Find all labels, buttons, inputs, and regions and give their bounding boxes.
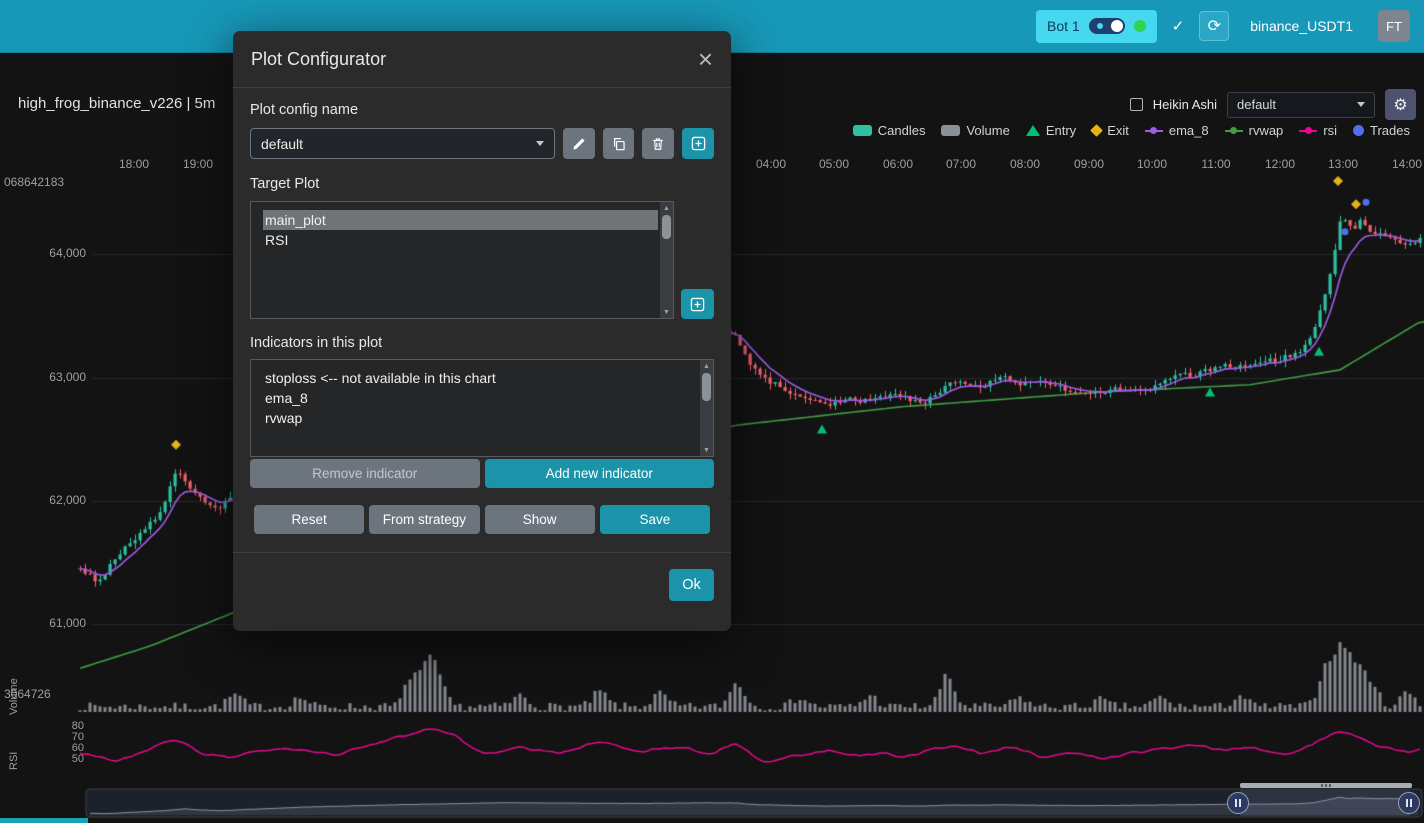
datazoom-right-handle[interactable] <box>1398 792 1420 814</box>
bottom-accent-strip <box>0 818 88 823</box>
legend-item-trades[interactable]: Trades <box>1353 123 1410 138</box>
bot-online-status-dot <box>1134 20 1146 32</box>
refresh-icon: ⟳ <box>1208 16 1221 36</box>
legend-item-rsi[interactable]: rsi <box>1299 123 1337 138</box>
legend-item-exit[interactable]: Exit <box>1092 123 1129 138</box>
remove-indicator-button[interactable]: Remove indicator <box>250 459 480 488</box>
plot-configurator-modal: Plot Configurator × Plot config name def… <box>233 31 731 631</box>
gear-icon: ⚙ <box>1393 95 1407 115</box>
legend-item-entry[interactable]: Entry <box>1026 123 1076 138</box>
instance-name: binance_USDT1 <box>1250 18 1353 34</box>
legend-label: Entry <box>1046 123 1076 138</box>
bot-name-label: Bot 1 <box>1047 18 1080 34</box>
add-new-indicator-button[interactable]: Add new indicator <box>485 459 715 488</box>
trades-legend-marker-icon <box>1353 125 1364 136</box>
indicator-item[interactable]: rvwap <box>263 408 698 428</box>
chart-controls: Heikin Ashi default ⚙ <box>1130 89 1416 120</box>
scroll-up-icon[interactable]: ▲ <box>700 360 713 372</box>
duplicate-config-button[interactable] <box>603 128 635 159</box>
config-name-select[interactable]: default <box>250 128 555 159</box>
legend-label: rsi <box>1323 123 1337 138</box>
indicator-item[interactable]: ema_8 <box>263 388 698 408</box>
plus-square-icon <box>691 136 706 151</box>
indicator-item[interactable]: stoploss <-- not available in this chart <box>263 368 698 388</box>
legend-item-candles[interactable]: Candles <box>853 123 926 138</box>
heikin-ashi-checkbox[interactable] <box>1130 98 1143 111</box>
scroll-up-icon[interactable]: ▲ <box>660 202 673 214</box>
check-icon: ✓ <box>1172 17 1185 35</box>
legend-label: Candles <box>878 123 926 138</box>
target-plot-list[interactable]: main_plotRSI ▲ ▼ <box>250 201 674 319</box>
add-config-button[interactable] <box>682 128 714 159</box>
close-icon[interactable]: × <box>698 46 713 72</box>
legend-label: ema_8 <box>1169 123 1209 138</box>
config-name-select-value: default <box>261 136 303 152</box>
chart-pair-title: high_frog_binance_v226 | 5m <box>18 95 215 112</box>
plus-square-icon <box>690 297 705 312</box>
datazoom-scrollbar[interactable] <box>1240 783 1412 788</box>
rsi-legend-marker-icon <box>1299 130 1317 132</box>
chevron-down-icon <box>1357 102 1365 107</box>
indicators-scrollbar[interactable]: ▲ ▼ <box>700 360 713 456</box>
ema_8-legend-marker-icon <box>1145 130 1163 132</box>
chevron-down-icon <box>536 141 544 146</box>
bot-selector[interactable]: Bot 1 <box>1036 10 1157 43</box>
legend-label: Exit <box>1107 123 1129 138</box>
datazoom-left-handle[interactable] <box>1227 792 1249 814</box>
trash-icon <box>651 137 665 151</box>
entry-legend-marker-icon <box>1026 125 1040 136</box>
candles-legend-marker-icon <box>853 125 872 136</box>
scrollbar-thumb[interactable] <box>702 373 711 401</box>
reset-button[interactable]: Reset <box>254 505 364 534</box>
modal-title: Plot Configurator <box>251 49 386 70</box>
copy-icon <box>612 137 626 151</box>
target-plot-item[interactable]: RSI <box>263 230 658 250</box>
refresh-button[interactable]: ⟳ <box>1199 11 1229 41</box>
ok-button[interactable]: Ok <box>669 569 714 601</box>
legend-item-volume[interactable]: Volume <box>941 123 1009 138</box>
target-plot-item[interactable]: main_plot <box>263 210 658 230</box>
scrollbar-thumb[interactable] <box>662 215 671 239</box>
legend-label: Volume <box>966 123 1009 138</box>
target-plot-scrollbar[interactable]: ▲ ▼ <box>660 202 673 318</box>
save-button[interactable]: Save <box>600 505 710 534</box>
plot-config-select-value: default <box>1237 97 1276 112</box>
legend-item-rvwap[interactable]: rvwap <box>1225 123 1284 138</box>
plot-config-name-label: Plot config name <box>250 102 714 118</box>
rvwap-legend-marker-icon <box>1225 130 1243 132</box>
plot-config-select[interactable]: default <box>1227 92 1375 118</box>
legend-item-ema_8[interactable]: ema_8 <box>1145 123 1209 138</box>
modal-header: Plot Configurator × <box>233 31 731 88</box>
bot-enable-toggle[interactable] <box>1089 18 1125 34</box>
add-target-plot-button[interactable] <box>681 289 714 319</box>
target-plot-label: Target Plot <box>250 176 714 192</box>
user-avatar[interactable]: FT <box>1378 10 1410 42</box>
plot-settings-button[interactable]: ⚙ <box>1385 89 1416 120</box>
volume-legend-marker-icon <box>941 125 960 136</box>
show-button[interactable]: Show <box>485 505 595 534</box>
exit-legend-marker-icon <box>1090 124 1103 137</box>
chart-legend: Candles Volume Entry Exit ema_8 rvwap rsi Trade… <box>853 123 1410 138</box>
from-strategy-button[interactable]: From strategy <box>369 505 479 534</box>
scroll-down-icon[interactable]: ▼ <box>660 306 673 318</box>
legend-label: Trades <box>1370 123 1410 138</box>
pencil-icon <box>572 137 586 151</box>
delete-config-button[interactable] <box>642 128 674 159</box>
heikin-ashi-label: Heikin Ashi <box>1153 97 1217 112</box>
indicators-list[interactable]: stoploss <-- not available in this chart… <box>250 359 714 457</box>
indicators-label: Indicators in this plot <box>250 335 714 351</box>
legend-label: rvwap <box>1249 123 1284 138</box>
scroll-down-icon[interactable]: ▼ <box>700 444 713 456</box>
edit-config-button[interactable] <box>563 128 595 159</box>
